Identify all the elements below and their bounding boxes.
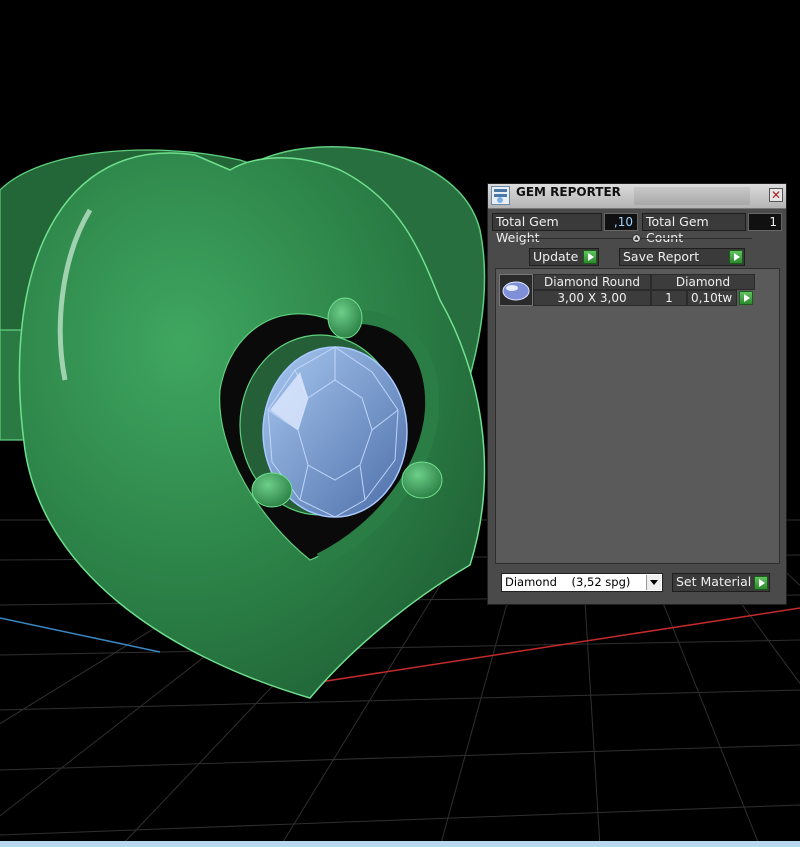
prong-left bbox=[251, 472, 293, 508]
gem-shape-cell: Diamond Round bbox=[533, 274, 651, 290]
close-icon[interactable]: ✕ bbox=[769, 188, 783, 202]
material-select[interactable]: Diamond (3,52 spg) bbox=[501, 573, 663, 592]
panel-title: GEM REPORTER bbox=[516, 185, 621, 199]
titlebar-grip[interactable] bbox=[634, 187, 750, 205]
set-material-button-label: Set Material bbox=[676, 574, 752, 589]
play-arrow-icon[interactable] bbox=[583, 250, 597, 264]
round-diamond-icon bbox=[499, 274, 533, 306]
gem-count-cell: 1 bbox=[651, 290, 687, 306]
total-gem-count-value: 1 bbox=[748, 213, 782, 231]
gem-size-cell: 3,00 X 3,00 bbox=[533, 290, 651, 306]
play-arrow-icon[interactable] bbox=[729, 250, 743, 264]
gem-reporter-panel: GEM REPORTER ✕ Total Gem Weight ,10 Tota… bbox=[487, 183, 787, 605]
save-report-button-label: Save Report bbox=[623, 249, 700, 264]
panel-titlebar[interactable]: GEM REPORTER ✕ bbox=[488, 184, 786, 209]
prong-top bbox=[327, 297, 363, 339]
gem-reporter-icon bbox=[491, 186, 510, 205]
material-select-value: Diamond (3,52 spg) bbox=[505, 575, 631, 589]
status-strip bbox=[0, 841, 800, 847]
prong-right bbox=[401, 461, 443, 499]
collapse-knob-icon[interactable]: ▲ bbox=[632, 234, 641, 243]
report-list[interactable]: Diamond Round Diamond 3,00 X 3,00 1 0,10… bbox=[495, 268, 780, 564]
play-arrow-icon[interactable] bbox=[739, 291, 753, 305]
save-report-button[interactable]: Save Report bbox=[619, 248, 745, 266]
total-gem-count-label: Total Gem Count bbox=[642, 213, 746, 245]
update-button-label: Update bbox=[533, 249, 579, 264]
set-material-button[interactable]: Set Material bbox=[672, 573, 770, 592]
total-gem-weight-value: ,10 bbox=[604, 213, 638, 231]
play-arrow-icon[interactable] bbox=[754, 576, 768, 590]
total-gem-weight-label: Total Gem Weight bbox=[492, 213, 602, 245]
chevron-down-icon[interactable] bbox=[646, 575, 661, 590]
gem-material-cell: Diamond bbox=[651, 274, 755, 290]
gem-weight-cell: 0,10tw bbox=[687, 290, 737, 306]
z-axis-line bbox=[0, 617, 161, 653]
update-button[interactable]: Update bbox=[529, 248, 599, 266]
